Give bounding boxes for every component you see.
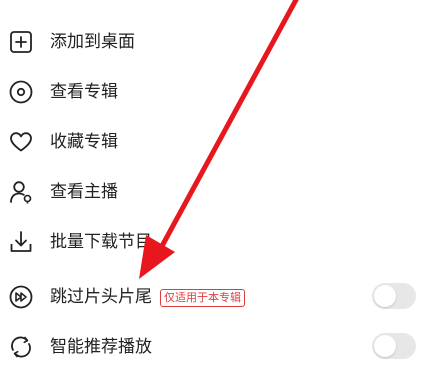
menu-item-view-host[interactable]: 查看主播 bbox=[0, 172, 427, 212]
user-icon bbox=[8, 179, 34, 205]
heart-icon bbox=[8, 129, 34, 155]
menu-item-label: 批量下载节目 bbox=[50, 232, 152, 252]
download-icon bbox=[8, 229, 34, 255]
disc-icon bbox=[8, 79, 34, 105]
smart-recommend-toggle[interactable] bbox=[372, 333, 416, 359]
menu-item-label: 查看专辑 bbox=[50, 82, 118, 102]
menu-item-smart-recommend: 智能推荐播放 bbox=[0, 327, 427, 367]
menu-item-label: 收藏专辑 bbox=[50, 132, 118, 152]
menu-item-view-album[interactable]: 查看专辑 bbox=[0, 72, 427, 112]
menu-item-label: 跳过片头片尾 bbox=[50, 287, 152, 307]
skip-intro-outro-toggle[interactable] bbox=[372, 283, 416, 309]
menu-item-skip-intro-outro: 跳过片头片尾 仅适用于本专辑 bbox=[0, 277, 427, 317]
menu-item-label: 智能推荐播放 bbox=[50, 337, 152, 357]
toggle-knob bbox=[374, 335, 396, 357]
menu-item-label: 查看主播 bbox=[50, 182, 118, 202]
album-only-badge: 仅适用于本专辑 bbox=[160, 289, 245, 307]
add-square-icon bbox=[8, 29, 34, 55]
menu-item-label: 添加到桌面 bbox=[50, 32, 135, 52]
menu-item-add-to-desktop[interactable]: 添加到桌面 bbox=[0, 22, 427, 62]
menu-item-batch-download[interactable]: 批量下载节目 bbox=[0, 222, 427, 262]
repeat-icon bbox=[8, 334, 34, 360]
toggle-knob bbox=[374, 285, 396, 307]
menu-item-favorite-album[interactable]: 收藏专辑 bbox=[0, 122, 427, 162]
skip-forward-icon bbox=[8, 284, 34, 310]
